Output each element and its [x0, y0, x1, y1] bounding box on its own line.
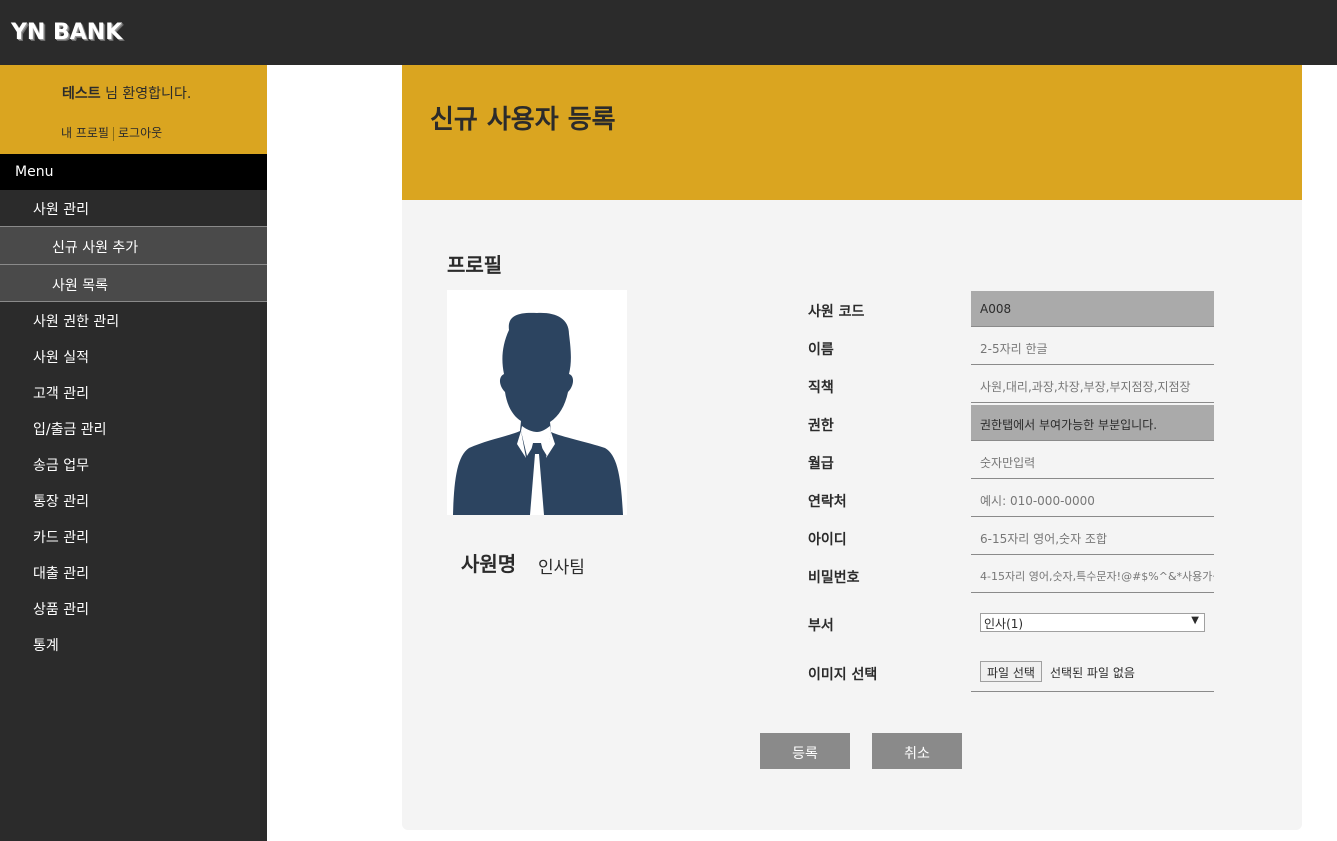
page-title: 신규 사용자 등록: [430, 105, 616, 135]
link-divider: [112, 126, 114, 141]
department-selected-value: 인사(1): [984, 617, 1024, 631]
menu-list: 사원 관리 신규 사원 추가 사원 목록 사원 권한 관리 사원 실적 고객 관…: [0, 190, 267, 662]
department-label: 부서: [808, 618, 834, 634]
choose-file-button[interactable]: 파일 선택: [980, 661, 1042, 682]
profile-title: 프로필: [447, 253, 503, 277]
my-profile-link[interactable]: 내 프로필: [61, 126, 109, 140]
salary-input[interactable]: 숫자만입력: [971, 443, 1214, 479]
employee-name-label: 사원명: [461, 552, 517, 576]
logo[interactable]: YN BANK: [11, 20, 122, 45]
menu-item-statistics[interactable]: 통계: [0, 626, 267, 662]
logout-link[interactable]: 로그아웃: [118, 126, 162, 140]
menu-item-customer-management[interactable]: 고객 관리: [0, 374, 267, 410]
dropdown-arrow-icon: ▼: [1191, 615, 1199, 626]
position-label: 직책: [808, 380, 834, 396]
authority-field: 권한탭에서 부여가능한 부분입니다.: [971, 405, 1214, 441]
password-label: 비밀번호: [808, 570, 860, 586]
employee-code-label: 사원 코드: [808, 304, 865, 320]
sidebar: 테스트 님 환영합니다. 내 프로필 로그아웃 Menu 사원 관리 신규 사원 …: [0, 65, 267, 841]
user-id-input[interactable]: 6-15자리 영어,숫자 조합: [971, 519, 1214, 555]
name-input[interactable]: 2-5자리 한글: [971, 329, 1214, 365]
name-label: 이름: [808, 342, 834, 358]
submenu-item-add-employee[interactable]: 신규 사원 추가: [0, 226, 267, 264]
form-panel: 프로필 사원명 인사팀 사원 코드 A008 이름 2-5자리 한글 직책 사원…: [402, 200, 1302, 830]
welcome-links: 내 프로필 로그아웃: [61, 124, 162, 141]
image-label: 이미지 선택: [808, 667, 878, 683]
menu-item-remittance[interactable]: 송금 업무: [0, 446, 267, 482]
menu-item-account-management[interactable]: 통장 관리: [0, 482, 267, 518]
avatar-silhouette-icon: [453, 312, 623, 515]
menu-header: Menu: [0, 154, 267, 190]
menu-item-employee-performance[interactable]: 사원 실적: [0, 338, 267, 374]
menu-item-loan-management[interactable]: 대출 관리: [0, 554, 267, 590]
menu-item-deposit-withdrawal[interactable]: 입/출금 관리: [0, 410, 267, 446]
menu-item-card-management[interactable]: 카드 관리: [0, 518, 267, 554]
menu-item-employee-authority[interactable]: 사원 권한 관리: [0, 302, 267, 338]
cancel-button[interactable]: 취소: [872, 733, 962, 769]
menu-item-employee-management[interactable]: 사원 관리: [0, 190, 267, 226]
position-input[interactable]: 사원,대리,과장,차장,부장,부지점장,지점장: [971, 367, 1214, 403]
user-id-label: 아이디: [808, 532, 847, 548]
department-select[interactable]: 인사(1) ▼: [980, 613, 1205, 632]
file-status-text: 선택된 파일 없음: [1050, 666, 1135, 680]
greeting-text: 님 환영합니다.: [100, 86, 192, 102]
contact-label: 연락처: [808, 494, 847, 510]
welcome-box: 테스트 님 환영합니다. 내 프로필 로그아웃: [0, 65, 267, 154]
top-bar: YN BANK: [0, 0, 1337, 65]
image-file-input: 파일 선택 선택된 파일 없음: [971, 652, 1214, 692]
employee-code-field: A008: [971, 291, 1214, 327]
page-banner: 신규 사용자 등록: [402, 65, 1302, 200]
employee-department-name: 인사팀: [538, 558, 585, 578]
menu-item-product-management[interactable]: 상품 관리: [0, 590, 267, 626]
welcome-message: 테스트 님 환영합니다.: [62, 83, 191, 103]
user-name: 테스트: [62, 86, 101, 102]
authority-label: 권한: [808, 418, 834, 434]
salary-label: 월급: [808, 456, 834, 472]
contact-input[interactable]: 예시: 010-000-0000: [971, 481, 1214, 517]
profile-photo: [447, 290, 627, 515]
submenu-item-employee-list[interactable]: 사원 목록: [0, 264, 267, 302]
password-input[interactable]: 4-15자리 영어,숫자,특수문자!@#$%^&*사용가능: [971, 557, 1214, 593]
register-button[interactable]: 등록: [760, 733, 850, 769]
